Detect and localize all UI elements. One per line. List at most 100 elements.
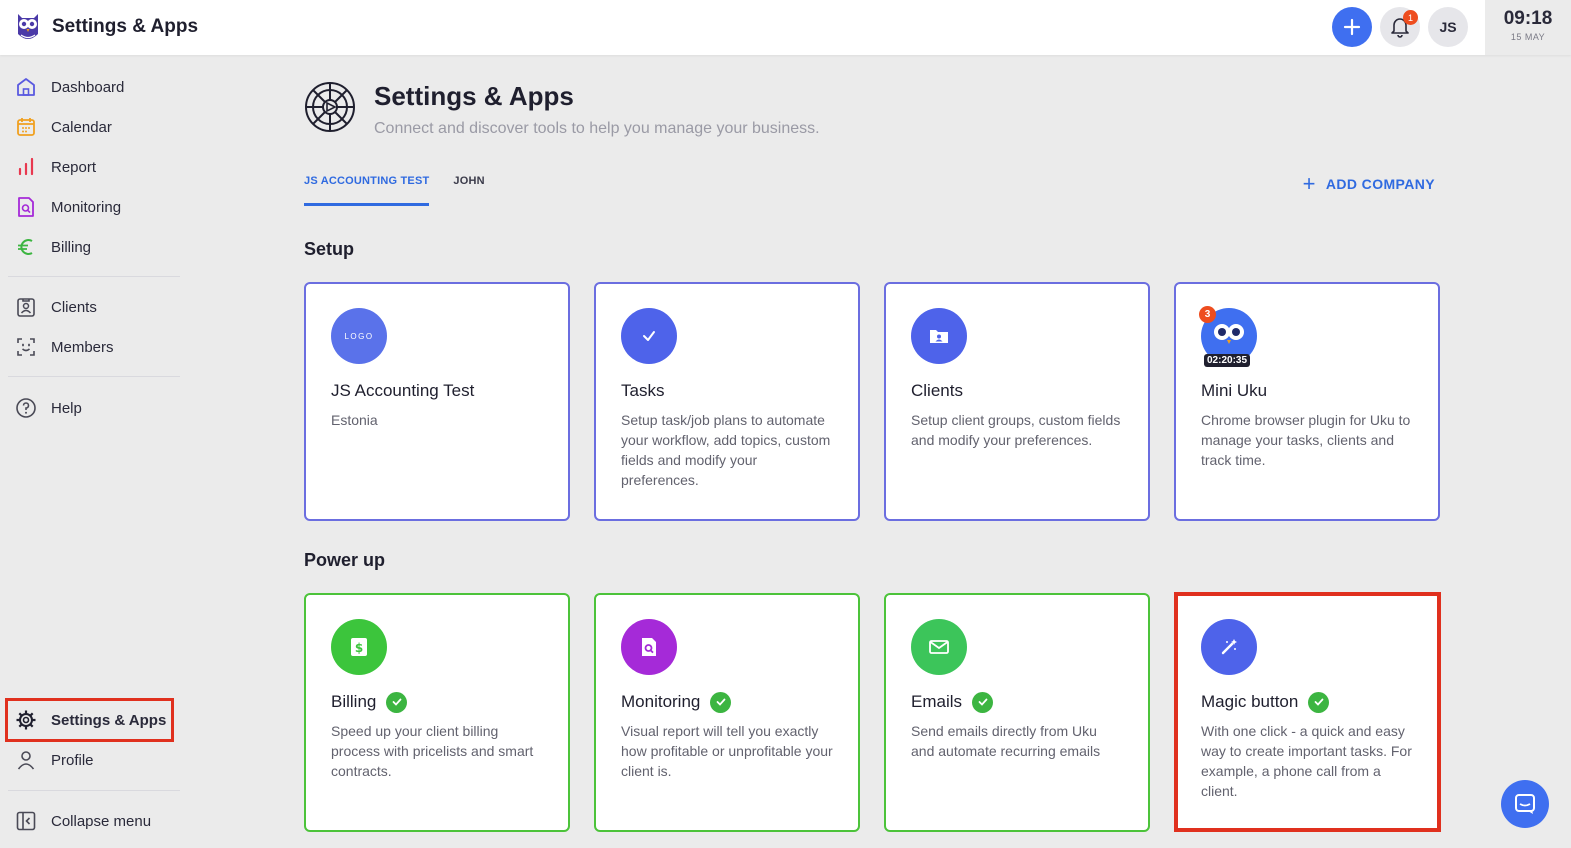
company-card[interactable]: LOGO JS Accounting Test Estonia: [304, 282, 570, 521]
check-icon: [972, 691, 994, 713]
document-search-icon: [18, 197, 34, 217]
chat-button[interactable]: [1501, 780, 1549, 828]
card-desc: Visual report will tell you exactly how …: [621, 723, 833, 779]
card-title: JS Accounting Test: [331, 381, 475, 400]
card-title: Monitoring: [621, 691, 833, 713]
company-tabs: JS ACCOUNTING TEST JOHN: [304, 175, 485, 206]
euro-icon: [18, 239, 33, 255]
collapse-icon: [16, 811, 36, 831]
document-search-icon: [621, 619, 677, 675]
sidebar-item-monitoring[interactable]: Monitoring: [15, 195, 121, 219]
card-desc: Setup task/job plans to automate your wo…: [621, 412, 831, 488]
plus-icon: [1343, 18, 1361, 36]
card-desc: Chrome browser plugin for Uku to manage …: [1201, 412, 1411, 468]
sidebar-item-billing[interactable]: Billing: [15, 235, 91, 259]
tasks-card[interactable]: Tasks Setup task/job plans to automate y…: [594, 282, 860, 521]
client-icon: [17, 298, 35, 317]
avatar-initials: JS: [1439, 19, 1457, 35]
card-desc: Speed up your client billing process wit…: [331, 723, 534, 779]
section-title-setup: Setup: [304, 239, 355, 259]
sidebar-item-label: Report: [51, 158, 97, 176]
card-desc: Send emails directly from Uku and automa…: [911, 723, 1101, 759]
members-icon: [17, 338, 35, 356]
monitoring-card[interactable]: Monitoring Visual report will tell you e…: [594, 593, 860, 832]
sidebar-divider: [8, 376, 180, 377]
avatar[interactable]: JS: [1428, 7, 1468, 47]
folder-person-icon: [911, 308, 967, 364]
sidebar-item-dashboard[interactable]: Dashboard: [15, 75, 124, 99]
sidebar-item-label: Clients: [51, 298, 97, 316]
app-title: Settings & Apps: [52, 16, 199, 37]
clock-time: 09:18: [1503, 8, 1553, 29]
dollar-icon: $: [331, 619, 387, 675]
page-title: Settings & Apps: [374, 81, 574, 111]
company-logo-icon: LOGO: [331, 308, 387, 364]
sidebar: Dashboard Calendar Report Monitoring Bil…: [0, 55, 185, 848]
sidebar-divider: [8, 276, 180, 277]
clients-card[interactable]: Clients Setup client groups, custom fiel…: [884, 282, 1150, 521]
sidebar-item-collapse[interactable]: Collapse menu: [15, 809, 151, 833]
card-title: Emails: [911, 691, 1123, 713]
add-button[interactable]: [1332, 7, 1372, 47]
sidebar-item-label: Profile: [51, 751, 94, 769]
card-title: Billing: [331, 691, 543, 713]
section-title-power-up: Power up: [304, 550, 386, 570]
sidebar-item-help[interactable]: Help: [15, 396, 82, 420]
sidebar-item-label: Dashboard: [51, 78, 125, 96]
notification-badge: 1: [1403, 10, 1418, 25]
sidebar-item-label: Monitoring: [51, 198, 122, 216]
card-title: Mini Uku: [1201, 381, 1268, 400]
billing-card[interactable]: $ Billing Speed up your client billing p…: [304, 593, 570, 832]
mini-uku-owl-icon: 3 02:20:35: [1199, 306, 1257, 367]
card-title-text: Monitoring: [621, 692, 701, 711]
check-icon: [386, 691, 408, 713]
sidebar-item-profile[interactable]: Profile: [15, 748, 94, 772]
sidebar-item-calendar[interactable]: Calendar: [15, 115, 112, 139]
main-content: Settings & Apps Connect and discover too…: [304, 55, 1444, 848]
envelope-icon: [911, 619, 967, 675]
tab-john[interactable]: JOHN: [453, 175, 484, 206]
top-bar: Settings & Apps 1 JS 09:18 15 MAY: [0, 0, 1571, 55]
clock: 09:18 15 MAY: [1485, 0, 1571, 55]
home-icon: [17, 78, 35, 96]
owl-logo-icon: [18, 14, 38, 39]
logo-placeholder-text: LOGO: [344, 331, 374, 341]
chat-icon: [1515, 794, 1535, 814]
sidebar-item-label: Billing: [51, 238, 92, 256]
add-company-button[interactable]: + ADD COMPANY: [1303, 173, 1435, 195]
sidebar-item-members[interactable]: Members: [15, 335, 114, 359]
sidebar-divider: [8, 790, 180, 791]
magic-button-highlight: [1174, 592, 1441, 832]
person-icon: [17, 751, 35, 770]
card-title: Clients: [911, 381, 963, 400]
calendar-icon: [17, 118, 35, 136]
tab-js-accounting-test[interactable]: JS ACCOUNTING TEST: [304, 175, 430, 206]
brand: Settings & Apps: [14, 10, 198, 44]
top-actions: 1 JS: [1332, 7, 1468, 47]
page-subtitle: Connect and discover tools to help you m…: [374, 120, 820, 137]
help-icon: [16, 398, 36, 418]
sidebar-item-label: Collapse menu: [51, 812, 152, 830]
svg-text:$: $: [355, 641, 363, 655]
gear-icon: [16, 710, 36, 730]
checkmark-icon: [621, 308, 677, 364]
sidebar-item-label: Help: [51, 399, 82, 417]
emails-card[interactable]: Emails Send emails directly from Uku and…: [884, 593, 1150, 832]
card-title-text: Emails: [911, 692, 963, 711]
notifications-button[interactable]: 1: [1380, 7, 1420, 47]
mini-uku-card[interactable]: 3 02:20:35 Mini Uku Chrome browser plugi…: [1174, 282, 1440, 521]
sidebar-item-report[interactable]: Report: [15, 155, 96, 179]
mini-uku-timer: 02:20:35: [1204, 354, 1251, 367]
card-desc: Setup client groups, custom fields and m…: [911, 412, 1121, 448]
card-title: Tasks: [621, 381, 665, 400]
mini-uku-badge: 3: [1199, 306, 1216, 323]
sidebar-item-settings[interactable]: Settings & Apps: [15, 708, 166, 732]
card-desc: Estonia: [331, 412, 378, 428]
page-header: Settings & Apps Connect and discover too…: [304, 81, 820, 138]
sidebar-item-label: Members: [51, 338, 114, 356]
sidebar-item-clients[interactable]: Clients: [15, 295, 97, 319]
sidebar-item-label: Settings & Apps: [51, 711, 167, 729]
bar-chart-icon: [18, 157, 34, 176]
plus-icon: +: [1302, 171, 1316, 196]
check-icon: [710, 691, 732, 713]
